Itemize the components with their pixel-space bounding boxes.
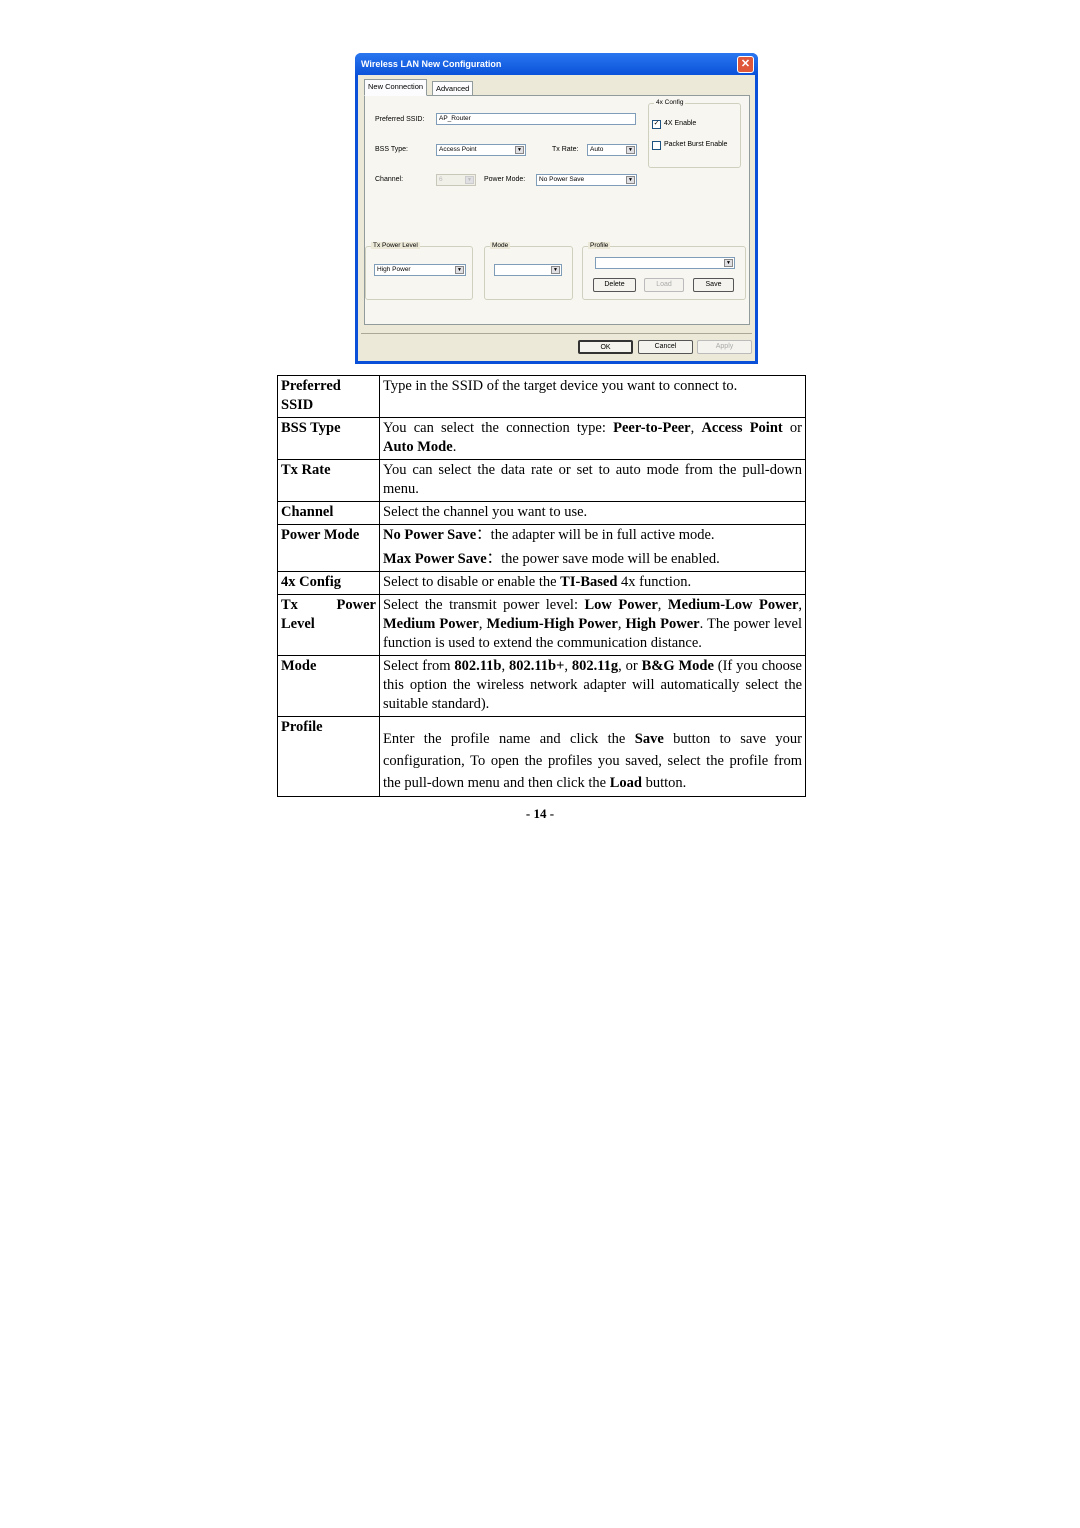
load-button[interactable]: Load: [644, 278, 684, 292]
tx-power-select[interactable]: High Power ▼: [374, 264, 466, 276]
group-tx-power: Tx Power Level High Power ▼: [365, 242, 473, 300]
setting-name: Channel: [277, 501, 380, 525]
tab-new-connection[interactable]: New Connection: [364, 79, 428, 96]
setting-description: You can select the connection type: Peer…: [379, 417, 806, 460]
setting-description: Select to disable or enable the TI-Based…: [379, 571, 806, 595]
channel-select[interactable]: 6 ▼: [436, 174, 476, 186]
group-mode-label: Mode: [490, 242, 511, 249]
chevron-down-icon: ▼: [465, 176, 474, 184]
group-profile-label: Profile: [588, 242, 611, 249]
table-row: Preferred SSID Type in the SSID of the ta…: [277, 375, 806, 418]
packet-burst-checkbox[interactable]: [652, 141, 661, 150]
setting-description: You can select the data rate or set to a…: [379, 459, 806, 502]
table-row: Tx Power Level Select the transmit power …: [277, 594, 806, 656]
setting-name: Tx Rate: [277, 459, 380, 502]
setting-name: Mode: [277, 655, 380, 717]
bss-type-select[interactable]: Access Point ▼: [436, 144, 526, 156]
apply-button[interactable]: Apply: [697, 340, 752, 354]
setting-description: Enter the profile name and click the Sav…: [379, 716, 806, 797]
4x-enable-checkbox[interactable]: ✓: [652, 120, 661, 129]
close-icon[interactable]: ✕: [737, 56, 754, 73]
4x-enable-label: 4X Enable: [664, 120, 697, 127]
group-profile: Profile ▼ Delete Load Save: [582, 242, 746, 300]
power-mode-label: Power Mode:: [484, 176, 526, 183]
table-row: Channel Select the channel you want to us…: [277, 501, 806, 525]
setting-name: Profile: [277, 716, 380, 797]
setting-name: 4x Config: [277, 571, 380, 595]
chevron-down-icon[interactable]: ▼: [455, 266, 464, 274]
table-row: Mode Select from 802.11b, 802.11b+, 802.1…: [277, 655, 806, 717]
table-row: Tx Rate You can select the data rate or s…: [277, 459, 806, 502]
table-row: Power Mode No Power Save：the adapter will…: [277, 524, 806, 572]
power-mode-value: No Power Save: [539, 176, 585, 183]
power-mode-select[interactable]: No Power Save ▼: [536, 174, 637, 186]
dialog-titlebar: Wireless LAN New Configuration ✕: [355, 53, 758, 75]
setting-name: Power Mode: [277, 524, 380, 572]
packet-burst-label: Packet Burst Enable: [664, 141, 728, 148]
settings-description-table: Preferred SSID Type in the SSID of the ta…: [277, 375, 806, 797]
tx-rate-label: Tx Rate:: [552, 146, 579, 153]
setting-description: Select from 802.11b, 802.11b+, 802.11g, …: [379, 655, 806, 717]
ok-button[interactable]: OK: [578, 340, 633, 354]
chevron-down-icon[interactable]: ▼: [515, 146, 524, 154]
chevron-down-icon[interactable]: ▼: [724, 259, 733, 267]
setting-description: Type in the SSID of the target device yo…: [379, 375, 806, 418]
setting-name: BSS Type: [277, 417, 380, 460]
table-row: BSS Type You can select the connection ty…: [277, 417, 806, 460]
setting-name: Preferred SSID: [277, 375, 380, 418]
chevron-down-icon[interactable]: ▼: [626, 176, 635, 184]
dialog-client: New Connection Advanced Preferred SSID: …: [358, 75, 755, 361]
channel-value: 6: [439, 176, 443, 183]
group-4x-config: 4x Config ✓ 4X Enable Packet Burst Enabl…: [648, 99, 741, 168]
dialog-divider: [361, 333, 752, 334]
group-mode: Mode ▼: [484, 242, 573, 300]
profile-select[interactable]: ▼: [595, 257, 735, 269]
tab-advanced[interactable]: Advanced: [432, 81, 474, 95]
chevron-down-icon[interactable]: ▼: [551, 266, 560, 274]
dialog-title: Wireless LAN New Configuration: [361, 59, 502, 69]
bss-type-label: BSS Type:: [375, 146, 408, 153]
setting-description: Select the transmit power level: Low Pow…: [379, 594, 806, 656]
cancel-button[interactable]: Cancel: [638, 340, 693, 354]
preferred-ssid-label: Preferred SSID:: [375, 116, 425, 123]
tx-rate-select[interactable]: Auto ▼: [587, 144, 637, 156]
save-button[interactable]: Save: [693, 278, 734, 292]
delete-button[interactable]: Delete: [593, 278, 636, 292]
tx-rate-value: Auto: [590, 146, 604, 153]
setting-name: Tx Power Level: [277, 594, 380, 656]
channel-label: Channel:: [375, 176, 404, 183]
table-row: 4x Config Select to disable or enable the…: [277, 571, 806, 595]
mode-select[interactable]: ▼: [494, 264, 562, 276]
wireless-config-dialog: Wireless LAN New Configuration ✕ New Con…: [355, 53, 758, 364]
group-tx-power-label: Tx Power Level: [371, 242, 420, 249]
group-4x-config-label: 4x Config: [654, 99, 686, 106]
setting-description: Select the channel you want to use.: [379, 501, 806, 525]
bss-type-value: Access Point: [439, 146, 477, 153]
tx-power-value: High Power: [377, 266, 411, 273]
chevron-down-icon[interactable]: ▼: [626, 146, 635, 154]
table-row: Profile Enter the profile name and click …: [277, 716, 806, 797]
preferred-ssid-input[interactable]: AP_Router: [436, 113, 636, 125]
setting-description: No Power Save：the adapter will be in ful…: [379, 524, 806, 572]
page-number: - 14 -: [525, 806, 555, 821]
